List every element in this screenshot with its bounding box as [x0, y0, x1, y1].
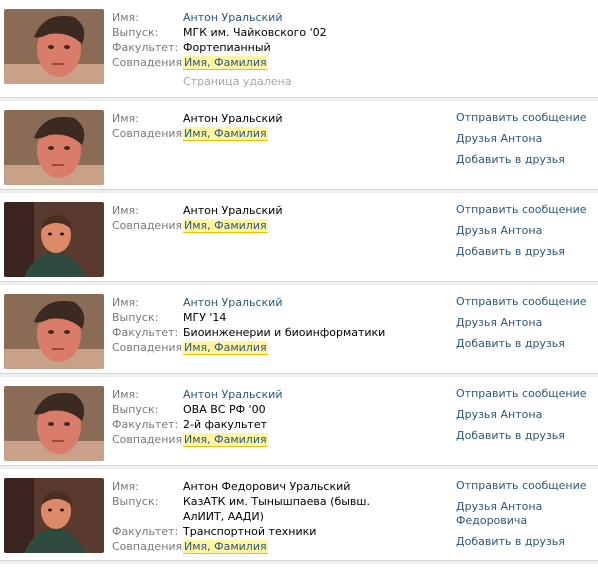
- profile-name[interactable]: Антон Федорович Уральский: [183, 479, 433, 494]
- profile-photo[interactable]: [4, 9, 104, 84]
- graduation-value: МГК им. Чайковского '02: [183, 26, 327, 39]
- name-label: Имя:: [112, 204, 139, 217]
- profile-name[interactable]: Антон Уральский: [183, 203, 433, 218]
- add-friend-link[interactable]: Добавить в друзья: [456, 245, 596, 259]
- faculty-value: Фортепианный: [183, 41, 271, 54]
- graduation-value: КазАТК им. Тынышпаева (бывш. АлИИТ, ААДИ…: [183, 495, 370, 523]
- profile-photo[interactable]: [4, 478, 104, 553]
- send-message-link[interactable]: Отправить сообщение: [456, 479, 596, 493]
- matches-value: Имя, Фамилия: [183, 127, 268, 141]
- page-deleted-status: Страница удалена: [183, 75, 292, 88]
- name-label: Имя:: [112, 11, 139, 24]
- matches-label: Совпадения:: [112, 56, 186, 69]
- name-label: Имя:: [112, 112, 139, 125]
- search-result: Имя: Антон Уральский Совпадения: Имя, Фа…: [0, 193, 598, 285]
- matches-label: Совпадения:: [112, 540, 186, 553]
- add-friend-link[interactable]: Добавить в друзья: [456, 153, 596, 167]
- portrait-image: [4, 9, 104, 84]
- matches-label: Совпадения:: [112, 219, 186, 232]
- search-result: Имя: Антон Уральский Выпуск: ОВА ВС РФ '…: [0, 377, 598, 469]
- portrait-image: [4, 386, 104, 461]
- add-friend-link[interactable]: Добавить в друзья: [456, 535, 596, 549]
- matches-label: Совпадения:: [112, 433, 186, 446]
- add-friend-link[interactable]: Добавить в друзья: [456, 337, 596, 351]
- matches-value: Имя, Фамилия: [183, 56, 268, 70]
- name-label: Имя:: [112, 296, 139, 309]
- profile-photo[interactable]: [4, 386, 104, 461]
- profile-name[interactable]: Антон Уральский: [183, 111, 433, 126]
- matches-value: Имя, Фамилия: [183, 341, 268, 355]
- profile-name-link[interactable]: Антон Уральский: [183, 10, 433, 25]
- profile-photo[interactable]: [4, 294, 104, 369]
- graduation-label: Выпуск:: [112, 26, 159, 39]
- graduation-label: Выпуск:: [112, 311, 159, 324]
- profile-name-link[interactable]: Антон Уральский: [183, 387, 433, 402]
- graduation-value: МГУ '14: [183, 311, 227, 324]
- faculty-value: 2-й факультет: [183, 418, 268, 431]
- profile-photo[interactable]: [4, 202, 104, 277]
- portrait-image: [4, 294, 104, 369]
- faculty-label: Факультет:: [112, 418, 179, 431]
- profile-photo[interactable]: [4, 110, 104, 185]
- faculty-label: Факультет:: [112, 326, 179, 339]
- search-result: Имя: Антон Федорович Уральский Выпуск: К…: [0, 469, 598, 564]
- graduation-label: Выпуск:: [112, 495, 159, 508]
- search-result: Имя: Антон Уральский Выпуск: МГУ '14 Фак…: [0, 285, 598, 377]
- matches-value: Имя, Фамилия: [183, 219, 268, 233]
- send-message-link[interactable]: Отправить сообщение: [456, 203, 596, 217]
- matches-label: Совпадения:: [112, 341, 186, 354]
- search-result: Имя: Антон Уральский Совпадения: Имя, Фа…: [0, 101, 598, 193]
- graduation-label: Выпуск:: [112, 403, 159, 416]
- name-label: Имя:: [112, 480, 139, 493]
- name-label: Имя:: [112, 388, 139, 401]
- search-result: Имя: Антон Уральский Выпуск: МГК им. Чай…: [0, 0, 598, 101]
- send-message-link[interactable]: Отправить сообщение: [456, 295, 596, 309]
- add-friend-link[interactable]: Добавить в друзья: [456, 429, 596, 443]
- faculty-label: Факультет:: [112, 525, 179, 538]
- portrait-image: [4, 478, 104, 553]
- graduation-value: ОВА ВС РФ '00: [183, 403, 266, 416]
- portrait-image: [4, 202, 104, 277]
- faculty-value: Биоинженерии и биоинформатики: [183, 326, 386, 339]
- friends-link[interactable]: Друзья Антона: [456, 132, 596, 146]
- send-message-link[interactable]: Отправить сообщение: [456, 387, 596, 401]
- matches-label: Совпадения:: [112, 127, 186, 140]
- faculty-value: Транспортной техники: [183, 525, 317, 538]
- friends-link[interactable]: Друзья Антона: [456, 316, 596, 330]
- send-message-link[interactable]: Отправить сообщение: [456, 111, 596, 125]
- faculty-label: Факультет:: [112, 41, 179, 54]
- matches-value: Имя, Фамилия: [183, 540, 268, 554]
- portrait-image: [4, 110, 104, 185]
- friends-link[interactable]: Друзья Антона Федоровича: [456, 500, 556, 528]
- friends-link[interactable]: Друзья Антона: [456, 408, 596, 422]
- friends-link[interactable]: Друзья Антона: [456, 224, 596, 238]
- profile-name-link[interactable]: Антон Уральский: [183, 295, 433, 310]
- matches-value: Имя, Фамилия: [183, 433, 268, 447]
